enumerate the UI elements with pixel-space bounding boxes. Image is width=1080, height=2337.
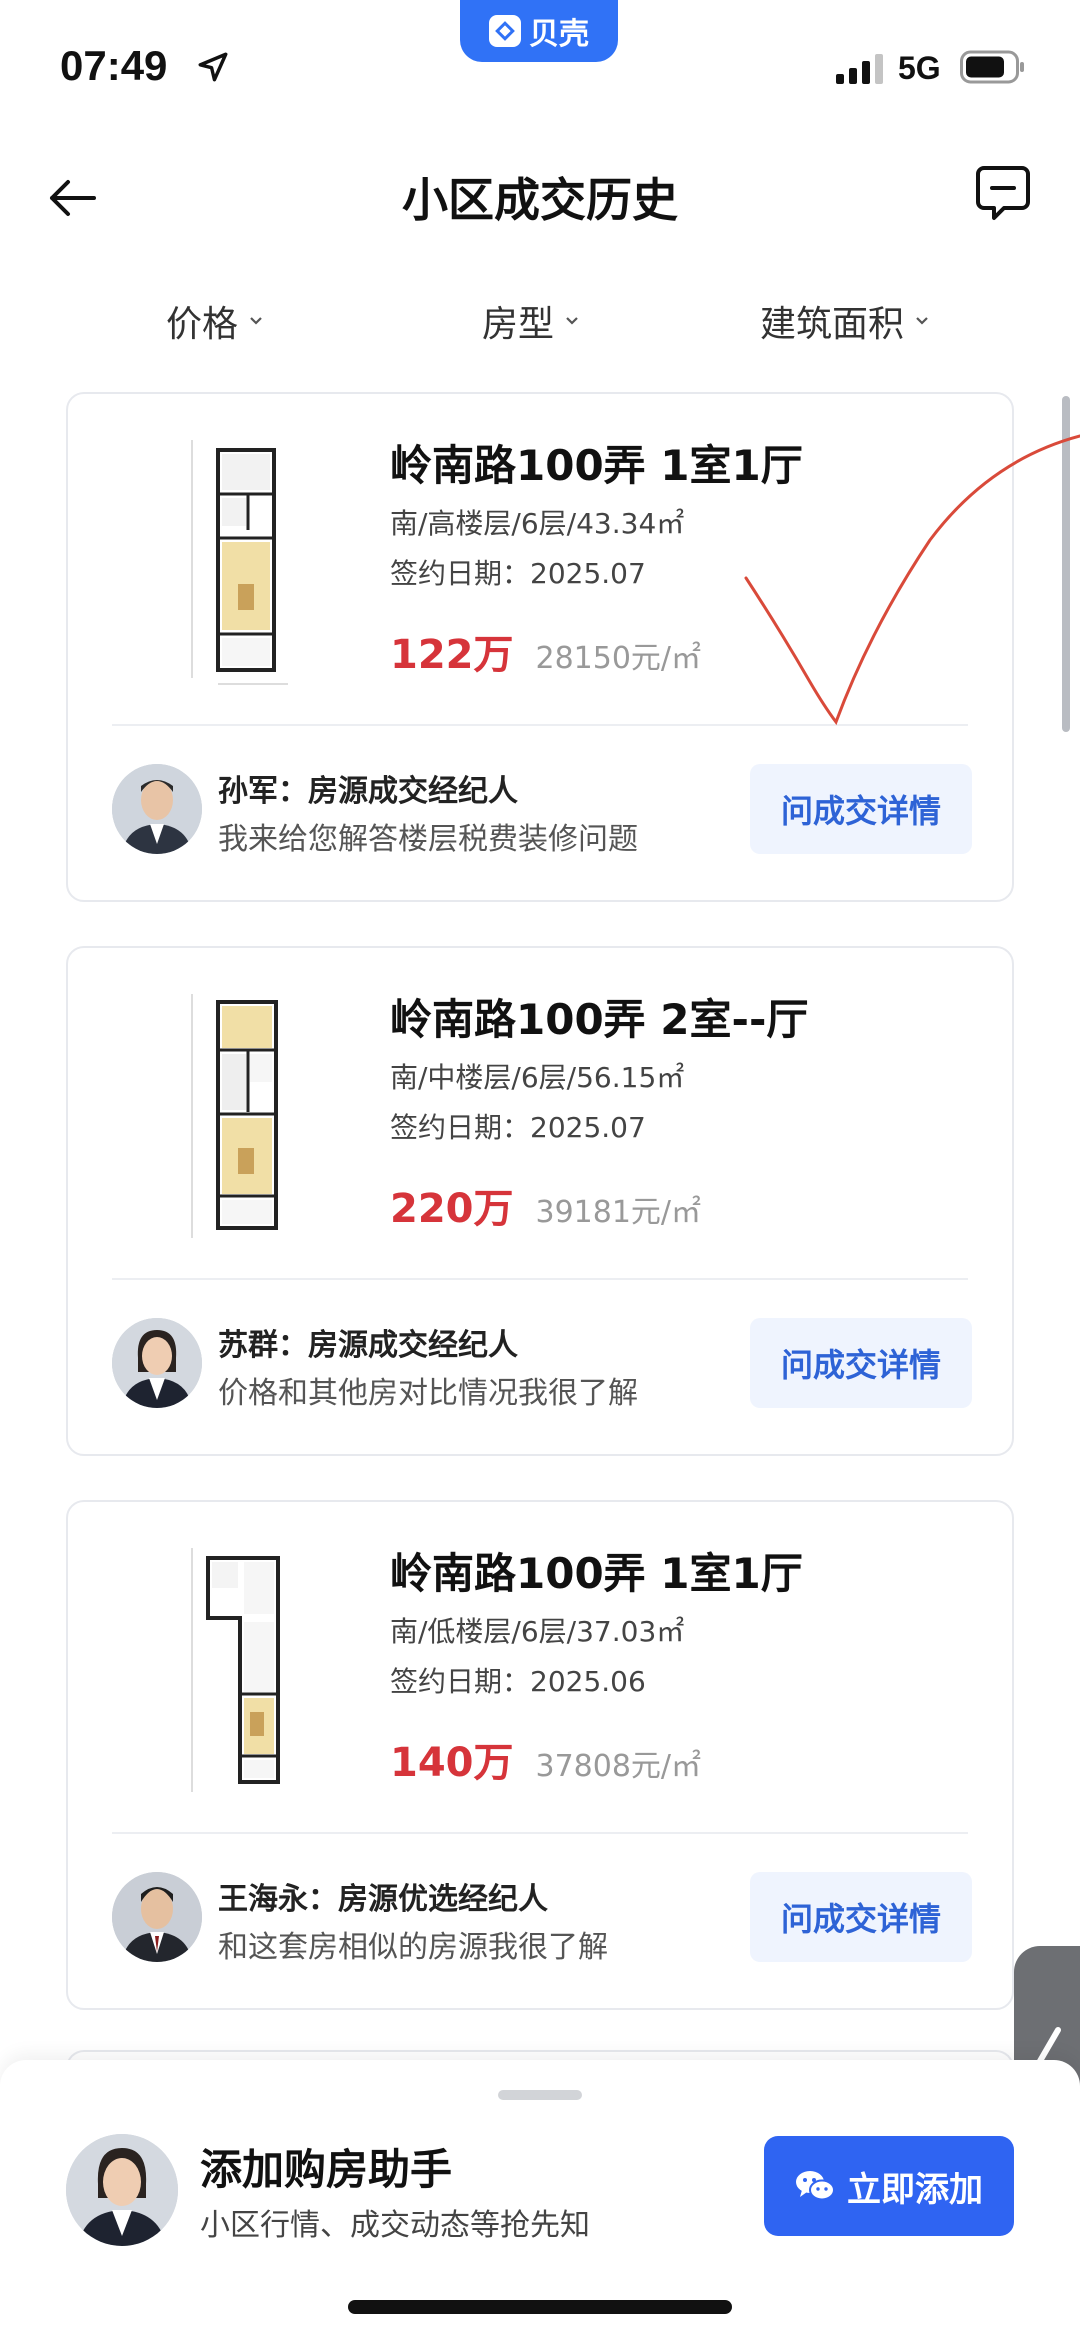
listing-sign-date: 签约日期：2025.07 — [390, 557, 646, 590]
listing-info: 南/中楼层/6层/56.15㎡ — [390, 1061, 685, 1094]
battery-icon — [960, 50, 1024, 84]
listing-title: 岭南路100弄 2室--厅 — [390, 995, 809, 1044]
listing-card[interactable]: 岭南路100弄 1室1厅 南/高楼层/6层/43.34㎡ 签约日期：2025.0… — [66, 392, 1014, 902]
filter-price-label: 价格 — [166, 304, 239, 345]
agent-avatar[interactable] — [112, 764, 202, 854]
agent-description: 价格和其他房对比情况我很了解 — [218, 1376, 638, 1411]
chevron-down-icon — [250, 317, 262, 325]
divider — [112, 724, 968, 726]
agent-description: 我来给您解答楼层税费装修问题 — [218, 822, 638, 857]
add-now-label: 立即添加 — [847, 2169, 983, 2210]
network-type: 5G — [898, 50, 941, 86]
home-indicator[interactable] — [348, 2300, 732, 2314]
helper-portrait-icon — [66, 2134, 178, 2246]
floor-plan-image — [191, 1548, 280, 1792]
app-badge-label: 贝壳 — [529, 17, 589, 52]
price-per-sqm: 37808元/㎡ — [535, 1749, 702, 1784]
listing-price: 220万 39181元/㎡ — [390, 1176, 701, 1234]
filter-area-label: 建筑面积 — [760, 304, 905, 345]
bottom-helper-panel: 添加购房助手 小区行情、成交动态等抢先知 立即添加 — [0, 2060, 1080, 2337]
chevron-down-icon — [566, 317, 578, 325]
filter-layout[interactable]: 房型 — [482, 295, 580, 347]
agent-portrait-icon — [112, 1872, 202, 1962]
listing-card[interactable]: 岭南路100弄 2室--厅 南/中楼层/6层/56.15㎡ 签约日期：2025.… — [66, 946, 1014, 1456]
agent-avatar[interactable] — [112, 1318, 202, 1408]
price-total: 122万 — [390, 632, 514, 678]
agent-description: 和这套房相似的房源我很了解 — [218, 1930, 608, 1965]
listing-sign-date: 签约日期：2025.07 — [390, 1111, 646, 1144]
status-bar: 07:49 贝壳 5G — [0, 0, 1080, 130]
price-total: 140万 — [390, 1740, 514, 1786]
divider — [112, 1832, 968, 1834]
floor-plan-image — [191, 994, 278, 1238]
add-now-button[interactable]: 立即添加 — [764, 2136, 1014, 2236]
listing-info: 南/低楼层/6层/37.03㎡ — [390, 1615, 685, 1648]
listing-sign-date: 签约日期：2025.06 — [390, 1665, 646, 1698]
listing-price: 140万 37808元/㎡ — [390, 1730, 701, 1788]
price-total: 220万 — [390, 1186, 514, 1232]
scrollbar[interactable] — [1062, 396, 1070, 732]
listing-card[interactable]: 岭南路100弄 1室1厅 南/低楼层/6层/37.03㎡ 签约日期：2025.0… — [66, 1500, 1014, 2010]
listing-price: 122万 28150元/㎡ — [390, 622, 701, 680]
ask-deal-details-button[interactable]: 问成交详情 — [750, 1318, 972, 1408]
floor-plan-image — [191, 440, 288, 685]
agent-avatar[interactable] — [112, 1872, 202, 1962]
filter-price[interactable]: 价格 — [166, 295, 264, 347]
agent-name: 苏群：房源成交经纪人 — [218, 1328, 518, 1363]
wechat-icon — [796, 2171, 835, 2201]
agent-portrait-icon — [112, 1318, 202, 1408]
price-per-sqm: 39181元/㎡ — [535, 1195, 702, 1230]
filter-bar: 价格 房型 建筑面积 — [0, 285, 1080, 365]
drag-handle[interactable] — [498, 2090, 582, 2100]
status-time: 07:49 — [60, 42, 168, 89]
helper-title: 添加购房助手 — [200, 2145, 453, 2194]
app-badge[interactable]: 贝壳 — [460, 0, 618, 62]
listing-info: 南/高楼层/6层/43.34㎡ — [390, 507, 685, 540]
agent-name: 王海永：房源优选经纪人 — [218, 1882, 548, 1917]
agent-portrait-icon — [112, 764, 202, 854]
nav-bar: 小区成交历史 — [0, 150, 1080, 260]
listing-title: 岭南路100弄 1室1厅 — [390, 441, 803, 490]
beike-logo-icon — [489, 15, 521, 47]
divider — [112, 1278, 968, 1280]
location-arrow-icon — [198, 52, 228, 82]
page-title: 小区成交历史 — [402, 173, 678, 227]
chevron-down-icon — [916, 317, 928, 325]
ask-deal-details-button[interactable]: 问成交详情 — [750, 1872, 972, 1962]
helper-avatar — [66, 2134, 178, 2246]
listing-title: 岭南路100弄 1室1厅 — [390, 1549, 803, 1598]
filter-area[interactable]: 建筑面积 — [760, 295, 930, 347]
helper-subtitle: 小区行情、成交动态等抢先知 — [200, 2208, 590, 2243]
price-per-sqm: 28150元/㎡ — [535, 641, 702, 676]
cellular-signal-icon — [836, 54, 883, 84]
ask-deal-details-button[interactable]: 问成交详情 — [750, 764, 972, 854]
agent-name: 孙军：房源成交经纪人 — [218, 774, 518, 809]
filter-layout-label: 房型 — [482, 304, 555, 345]
message-icon[interactable] — [974, 164, 1032, 224]
